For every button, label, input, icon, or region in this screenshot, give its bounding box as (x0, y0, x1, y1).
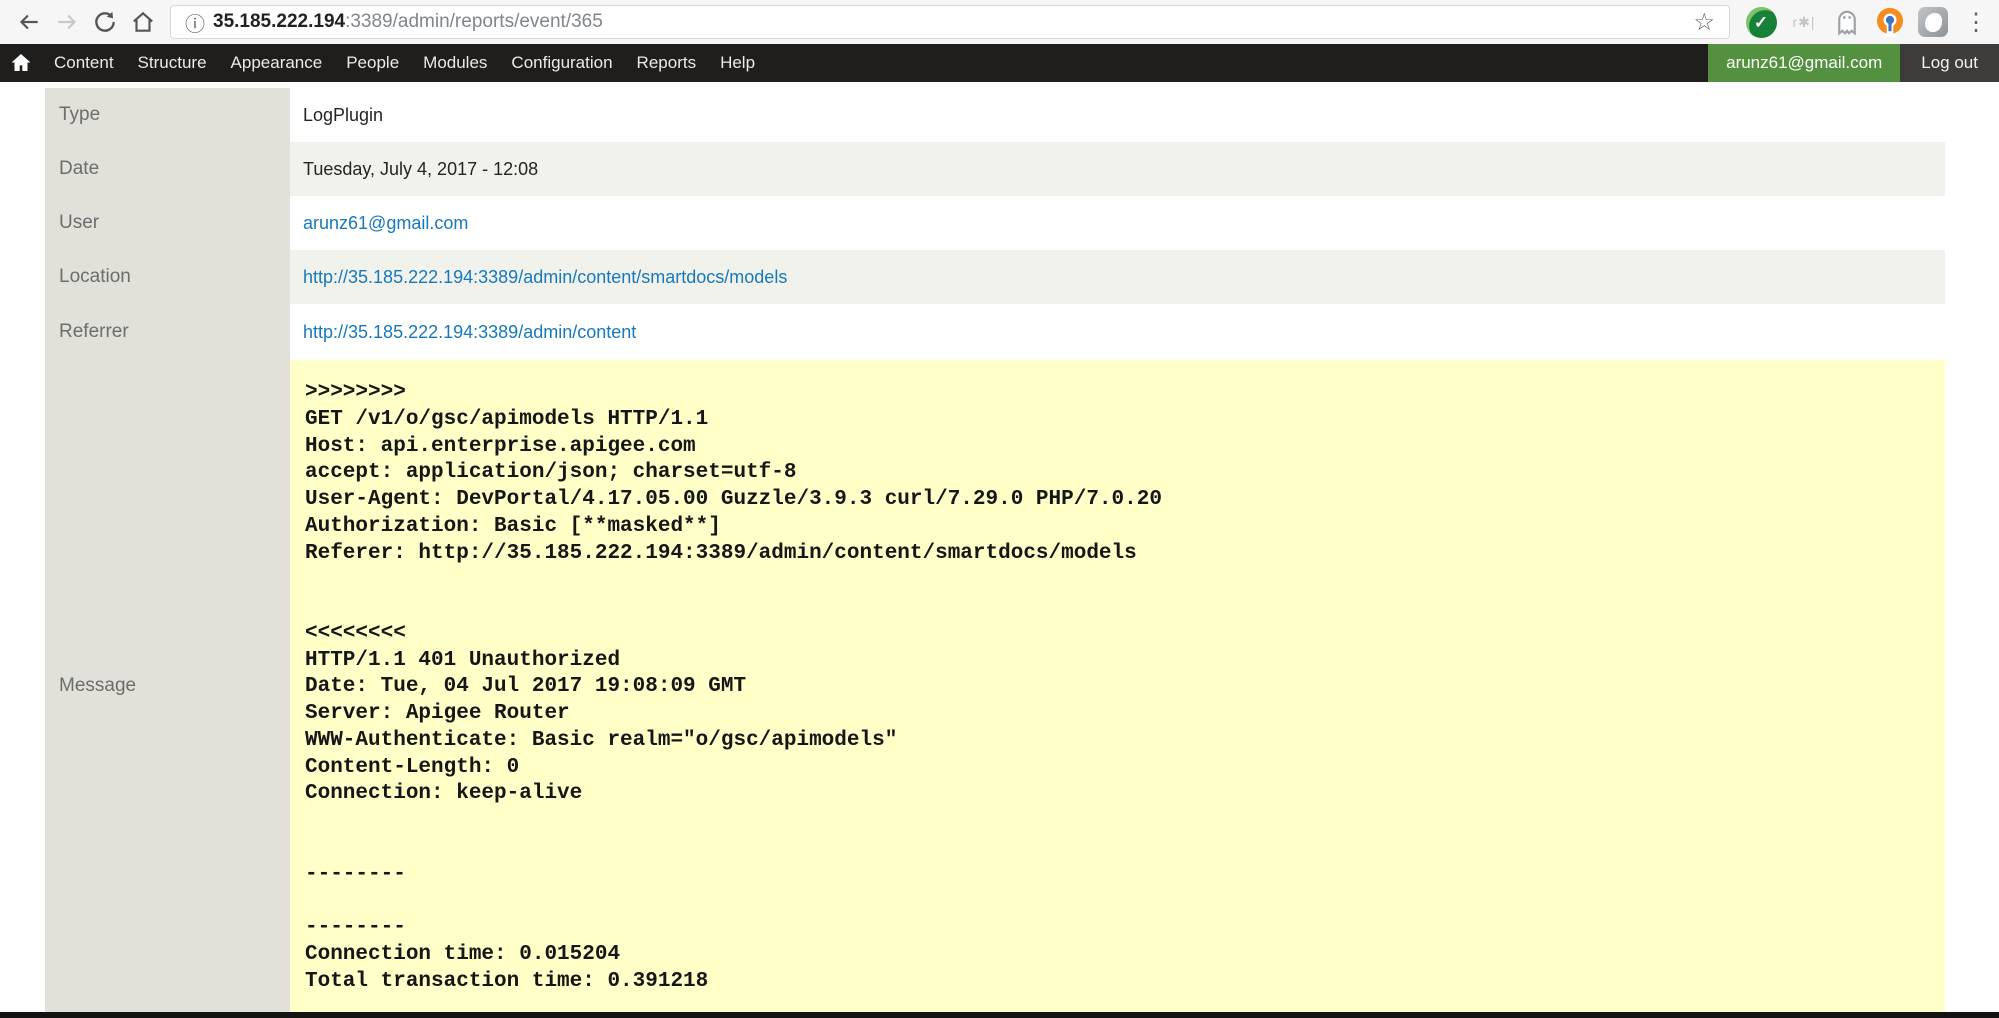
user-link[interactable]: arunz61@gmail.com (303, 213, 468, 234)
message-log-block: >>>>>>>> GET /v1/o/gsc/apimodels HTTP/1.… (290, 360, 1945, 1012)
home-button[interactable] (124, 3, 162, 41)
url-path: :3389/admin/reports/event/365 (345, 11, 603, 32)
row-value-referrer: http://35.185.222.194:3389/admin/content (290, 304, 1945, 360)
forward-icon (54, 9, 80, 35)
home-icon (130, 9, 156, 35)
row-value-type: LogPlugin (290, 88, 1945, 142)
ghost-icon (1831, 6, 1863, 38)
check-glyph: ✓ (1746, 8, 1777, 39)
drupal-admin-toolbar: Content Structure Appearance People Modu… (0, 44, 1999, 82)
toolbar-home-button[interactable] (0, 44, 42, 82)
openvpn-icon (1873, 5, 1907, 39)
referrer-link[interactable]: http://35.185.222.194:3389/admin/content (303, 322, 636, 343)
admin-menu: Content Structure Appearance People Modu… (42, 44, 767, 82)
menu-item-appearance[interactable]: Appearance (219, 44, 335, 82)
ghostery-extension-button[interactable] (1830, 5, 1864, 39)
row-label-type: Type (45, 88, 290, 142)
browser-menu-button[interactable]: ⋮ (1959, 5, 1993, 39)
faded-extension-button[interactable]: r✱| (1787, 5, 1821, 39)
menu-item-configuration[interactable]: Configuration (499, 44, 624, 82)
url-text: 35.185.222.194:3389/admin/reports/event/… (213, 11, 603, 33)
row-value-location: http://35.185.222.194:3389/admin/content… (290, 250, 1945, 304)
green-check-extension-button[interactable]: ✓ (1744, 5, 1778, 39)
browser-toolbar: ⓘ 35.185.222.194:3389/admin/reports/even… (0, 0, 1999, 44)
screenshot-extension-icon (1918, 7, 1948, 37)
reload-button[interactable] (86, 3, 124, 41)
logged-in-user-button[interactable]: arunz61@gmail.com (1708, 44, 1900, 82)
extensions-area: ✓ r✱| (1744, 5, 1993, 39)
drupal-home-icon (9, 51, 33, 75)
faded-extension-icon: r✱| (1792, 14, 1815, 31)
menu-item-people[interactable]: People (334, 44, 411, 82)
bottom-screen-edge (0, 1012, 1999, 1018)
location-link[interactable]: http://35.185.222.194:3389/admin/content… (303, 267, 787, 288)
row-label-referrer: Referrer (45, 304, 290, 360)
row-value-user: arunz61@gmail.com (290, 196, 1945, 250)
blob-shape (1925, 13, 1942, 32)
row-label-message: Message (45, 360, 290, 1012)
forward-button[interactable] (48, 3, 86, 41)
menu-item-reports[interactable]: Reports (625, 44, 709, 82)
screenshot-extension-button[interactable] (1916, 5, 1950, 39)
row-label-user: User (45, 196, 290, 250)
reload-icon (92, 9, 118, 35)
row-label-date: Date (45, 142, 290, 196)
green-check-icon: ✓ (1746, 7, 1777, 38)
toolbar-right-area: arunz61@gmail.com Log out (1708, 44, 1999, 82)
row-value-date: Tuesday, July 4, 2017 - 12:08 (290, 142, 1945, 196)
page-info-icon[interactable]: ⓘ (185, 8, 205, 37)
back-button[interactable] (10, 3, 48, 41)
menu-item-help[interactable]: Help (708, 44, 767, 82)
url-host: 35.185.222.194 (213, 11, 345, 32)
back-icon (16, 9, 42, 35)
bookmark-star-icon[interactable]: ☆ (1693, 8, 1715, 37)
address-bar[interactable]: ⓘ 35.185.222.194:3389/admin/reports/even… (170, 5, 1730, 39)
logout-button[interactable]: Log out (1900, 44, 1999, 82)
menu-item-content[interactable]: Content (42, 44, 126, 82)
menu-item-modules[interactable]: Modules (411, 44, 499, 82)
row-label-location: Location (45, 250, 290, 304)
menu-item-structure[interactable]: Structure (126, 44, 219, 82)
three-dots-menu-icon: ⋮ (1958, 8, 1994, 37)
log-event-table: Type LogPlugin Date Tuesday, July 4, 201… (45, 88, 1945, 1012)
openvpn-extension-button[interactable] (1873, 5, 1907, 39)
